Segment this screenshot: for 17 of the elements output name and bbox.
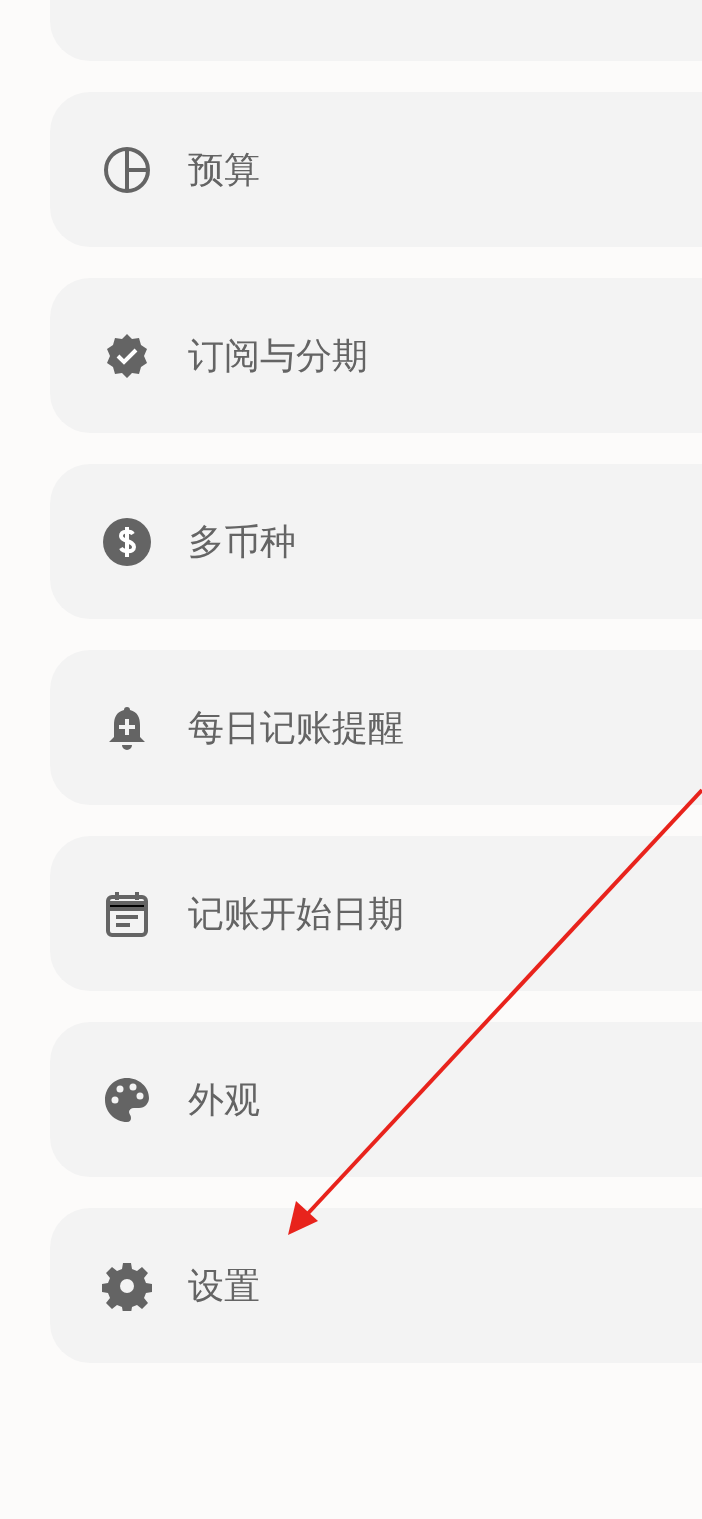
- menu-item[interactable]: 设置: [50, 1208, 702, 1363]
- menu-item[interactable]: 记账开始日期: [50, 836, 702, 991]
- menu-label: 每日记账提醒: [188, 705, 404, 750]
- menu-item[interactable]: 预算: [50, 92, 702, 247]
- settings-icon: [102, 1260, 152, 1311]
- menu-label: 预算: [188, 147, 260, 192]
- menu-label: 设置: [188, 1263, 260, 1308]
- dollar-circle-icon: [102, 516, 152, 567]
- menu-label: 外观: [188, 1077, 260, 1122]
- menu-label: 记账开始日期: [188, 891, 404, 936]
- menu-label: 订阅与分期: [188, 333, 368, 378]
- menu-item[interactable]: 订阅与分期: [50, 278, 702, 433]
- menu-label: 多币种: [188, 519, 296, 564]
- pie-chart-icon: [102, 144, 152, 195]
- menu-item[interactable]: 多币种: [50, 464, 702, 619]
- menu-item[interactable]: 每日记账提醒: [50, 650, 702, 805]
- menu-item[interactable]: 外观: [50, 1022, 702, 1177]
